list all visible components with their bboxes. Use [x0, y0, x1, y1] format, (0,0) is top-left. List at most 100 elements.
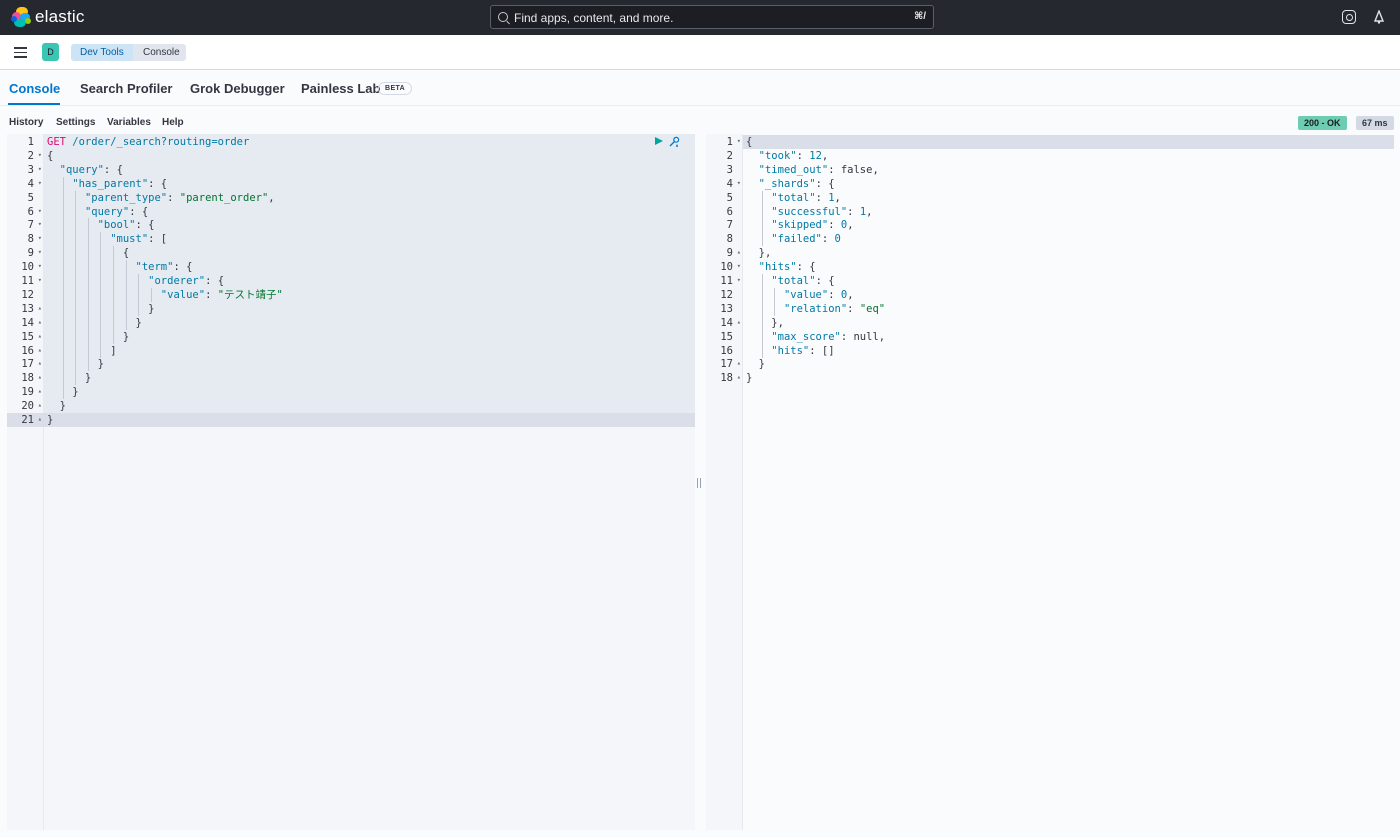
line-number: 18 ▴	[720, 372, 741, 385]
line-number: 3 ▾	[27, 163, 42, 176]
line-number: 9 ▴	[726, 247, 741, 260]
line-number: 12	[720, 288, 733, 301]
code-line: {	[47, 149, 54, 162]
line-number: 6 ▾	[27, 205, 42, 218]
code-line: "has_parent": {	[72, 177, 168, 190]
line-number: 4 ▾	[726, 177, 741, 190]
line-number: 19 ▴	[21, 386, 42, 399]
play-icon[interactable]	[655, 137, 663, 145]
code-line: ]	[47, 344, 117, 357]
code-line: "value": 0,	[783, 288, 854, 301]
line-number: 6	[726, 205, 733, 218]
code-line: "relation": "eq"	[783, 302, 886, 315]
elastic-logo[interactable]: elastic	[11, 7, 85, 27]
tab-search-profiler[interactable]: Search Profiler	[80, 81, 173, 96]
code-line: "skipped": 0,	[771, 219, 854, 232]
code-line: "total": {	[771, 275, 835, 287]
code-line: "value": "テスト靖子"	[160, 288, 283, 301]
search-placeholder: Find apps, content, and more.	[514, 11, 674, 25]
line-number: 15	[720, 330, 733, 343]
response-time-badge: 67 ms	[1356, 116, 1394, 130]
line-number: 17 ▴	[21, 358, 42, 371]
tab-grok-debugger[interactable]: Grok Debugger	[190, 81, 285, 96]
status-badge: 200 - OK	[1298, 116, 1347, 130]
tab-painless-lab[interactable]: Painless Lab	[301, 81, 380, 96]
line-number: 5	[27, 191, 34, 204]
top-header: elastic Find apps, content, and more. ⌘/	[0, 0, 1400, 35]
line-number: 9 ▾	[27, 247, 42, 260]
dev-tools-tabs: Console Search Profiler Grok Debugger Pa…	[0, 70, 1400, 106]
code-line: }	[47, 414, 54, 426]
code-line: }	[746, 372, 753, 385]
request-method: GET	[47, 136, 66, 148]
settings-link[interactable]: Settings	[56, 117, 95, 128]
response-active-line	[743, 135, 1394, 149]
line-number: 7 ▾	[27, 219, 42, 232]
code-line: }	[47, 386, 79, 399]
code-line: "query": {	[84, 205, 149, 218]
code-line: "orderer": {	[148, 275, 225, 287]
tab-console[interactable]: Console	[9, 81, 60, 96]
line-number: 15 ▴	[21, 330, 42, 343]
breadcrumb-dev-tools[interactable]: Dev Tools	[71, 44, 139, 61]
code-line: "must": [	[110, 233, 168, 246]
code-line: }	[47, 372, 92, 385]
code-line: }	[47, 400, 66, 413]
help-icon[interactable]	[1342, 10, 1356, 24]
line-number: 10 ▾	[21, 261, 42, 274]
line-number: 12	[21, 288, 34, 301]
line-number: 8	[726, 233, 733, 246]
global-search-input[interactable]: Find apps, content, and more. ⌘/	[490, 5, 934, 29]
breadcrumb-console: Console	[133, 44, 186, 61]
code-line: }	[746, 358, 765, 371]
code-line: "query": {	[59, 163, 123, 176]
code-line: "hits": {	[758, 261, 816, 274]
code-line: "hits": []	[771, 344, 835, 357]
line-number: 2	[726, 149, 733, 162]
elastic-logo-icon	[11, 7, 31, 27]
line-number: 14 ▴	[720, 316, 741, 329]
line-number: 14 ▴	[21, 316, 42, 329]
newsfeed-icon[interactable]	[1372, 10, 1386, 24]
line-number: 11 ▾	[21, 275, 42, 287]
search-icon	[498, 12, 508, 22]
code-line: "max_score": null,	[771, 330, 886, 343]
space-avatar[interactable]: D	[42, 43, 59, 61]
code-line: {	[746, 136, 753, 148]
wrench-icon[interactable]	[668, 136, 680, 148]
line-number: 4 ▾	[27, 177, 42, 190]
code-line: }	[47, 358, 104, 371]
variables-link[interactable]: Variables	[107, 117, 151, 128]
search-shortcut: ⌘/	[913, 11, 926, 22]
request-editor[interactable]: 1 GET /order/_search?routing=order 2 ▾ {3 ▾…	[7, 134, 695, 830]
line-number: 7	[726, 219, 733, 232]
code-line: "term": {	[135, 261, 193, 274]
request-path: /order/_search?routing=order	[65, 136, 250, 148]
help-link[interactable]: Help	[162, 117, 184, 128]
line-number: 1 ▾	[726, 136, 741, 148]
response-editor: 1 ▾{2 "took": 12, 3 "timed_out": false, 4 ▾ …	[706, 134, 1400, 830]
line-number: 11 ▾	[720, 275, 741, 287]
code-line: "successful": 1,	[771, 205, 873, 218]
code-line: "total": 1,	[771, 191, 841, 204]
line-number: 20 ▴	[21, 400, 42, 413]
code-line: }	[47, 316, 142, 329]
console-menu: History Settings Variables Help	[0, 106, 1400, 134]
code-line: "timed_out": false,	[758, 163, 879, 176]
code-line: "_shards": {	[758, 177, 835, 190]
line-number: 13	[720, 302, 733, 315]
line-number: 18 ▴	[21, 372, 42, 385]
pane-resize-handle[interactable]	[697, 478, 701, 488]
menu-icon[interactable]	[14, 47, 27, 58]
code-line: }	[47, 302, 155, 315]
code-line: "parent_type": "parent_order",	[84, 191, 275, 204]
code-line: }	[47, 330, 130, 343]
line-number: 17 ▴	[720, 358, 741, 371]
beta-badge: BETA	[378, 82, 413, 95]
line-number: 16 ▴	[21, 344, 42, 357]
code-line: {	[47, 247, 130, 260]
line-number: 16	[720, 344, 733, 357]
breadcrumb-bar: D Dev Tools Console	[0, 35, 1400, 70]
code-line: },	[746, 247, 772, 260]
history-link[interactable]: History	[9, 117, 43, 128]
